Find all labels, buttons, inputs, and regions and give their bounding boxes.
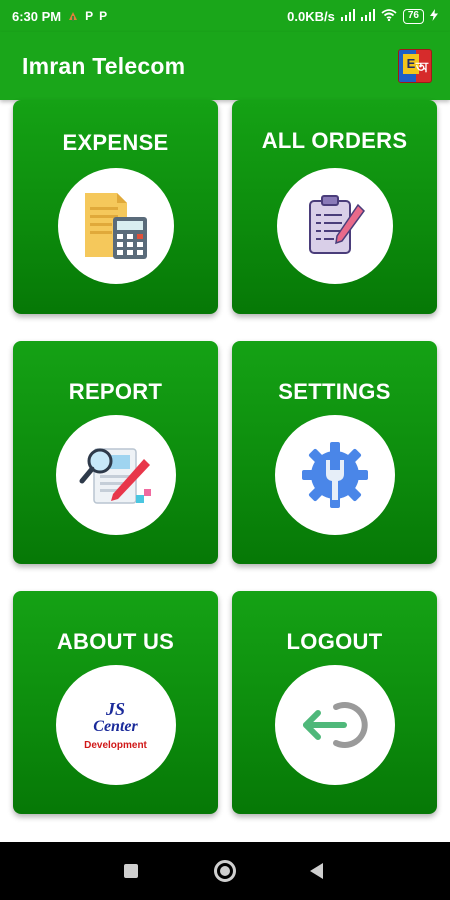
app-notification-icon [67,10,79,22]
app-bar: Imran Telecom E অ [0,32,450,100]
report-icon-circle [55,415,176,535]
signal-icon [360,8,375,24]
all-orders-tile[interactable]: ALL ORDERS [232,100,437,314]
app-title: Imran Telecom [22,52,186,79]
status-right: 0.0KB/s 76 [287,8,438,24]
status-left: 6:30 PM P P [12,9,107,24]
expense-tile[interactable]: EXPENSE [13,100,218,314]
status-time: 6:30 PM [12,8,62,24]
back-button[interactable] [310,863,323,879]
all-orders-icon-circle [276,168,393,284]
gear-wrench-icon [301,442,368,508]
language-toggle-icon[interactable]: E অ [398,49,432,83]
all-orders-label: ALL ORDERS [261,128,408,153]
wifi-icon [381,8,397,24]
signal-icon [340,8,355,24]
settings-icon-circle [274,415,395,535]
recents-button[interactable] [124,864,138,878]
p-icon: P [99,9,108,23]
battery-icon: 76 [402,8,424,24]
logo-development: Development [84,739,147,751]
p-icon: P [85,9,94,23]
calculator-document-icon [84,193,147,259]
home-button[interactable] [214,860,236,882]
square-icon [124,864,138,878]
status-bar: 6:30 PM P P 0.0KB/s 76 [0,0,450,32]
report-magnifier-icon [79,448,151,504]
dashboard-grid: EXPENSE ALL ORDERS REPORT SETTINGS ABOUT… [0,100,450,840]
clipboard-icon [308,195,365,254]
logout-tile[interactable]: LOGOUT [232,591,437,814]
lang-letter-bn: অ [415,59,428,75]
about-us-label: ABOUT US [56,629,175,654]
settings-tile[interactable]: SETTINGS [232,341,437,564]
expense-icon-circle [57,168,174,284]
report-tile[interactable]: REPORT [13,341,218,564]
logout-icon [302,702,368,748]
about-us-tile[interactable]: ABOUT US JS Center Development [13,591,218,814]
report-label: REPORT [68,379,163,404]
net-speed: 0.0KB/s [287,8,335,24]
logo-js: JS [105,698,125,719]
expense-label: EXPENSE [62,130,169,155]
logout-label: LOGOUT [286,629,383,654]
logout-icon-circle [274,665,395,785]
circle-icon [214,860,236,882]
charging-icon [430,8,438,24]
js-center-logo: JS Center Development [55,665,176,785]
system-nav-bar [0,842,450,900]
triangle-back-icon [310,863,323,879]
settings-label: SETTINGS [278,379,391,404]
logo-center: Center [93,717,138,735]
